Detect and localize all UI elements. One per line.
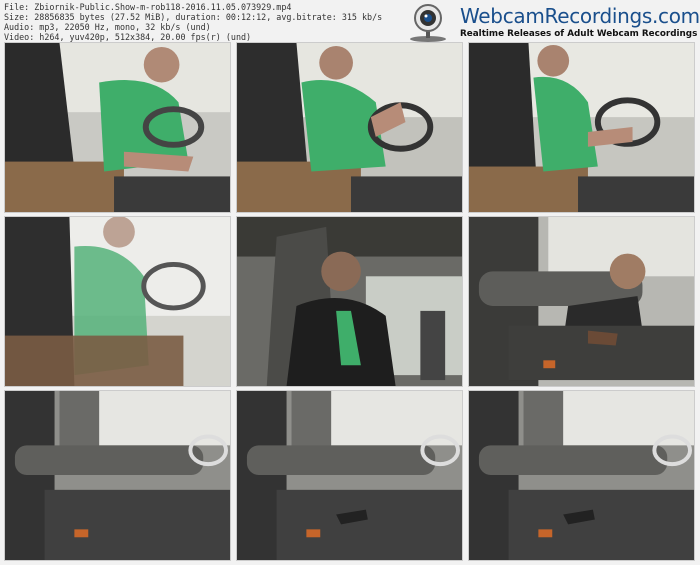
webcam-icon [410, 4, 446, 42]
frame-image [237, 43, 462, 212]
file-size-line: Size: 28856835 bytes (27.52 MiB), durati… [4, 12, 383, 22]
frame-image [237, 217, 462, 386]
thumbnail-5[interactable] [236, 216, 463, 387]
frame-image [237, 391, 462, 560]
thumbnail-1[interactable] [4, 42, 231, 213]
frame-image [469, 43, 694, 212]
site-logo[interactable]: WebcamRecordings.com Realtime Releases o… [400, 0, 700, 42]
thumbnail-9[interactable] [468, 390, 695, 561]
frame-image [5, 391, 230, 560]
audio-info-line: Audio: mp3, 22050 Hz, mono, 32 kb/s (und… [4, 22, 211, 32]
video-info-line: Video: h264, yuv420p, 512x384, 20.00 fps… [4, 32, 252, 42]
logo-title: WebcamRecordings.com [460, 4, 700, 28]
frame-image [469, 217, 694, 386]
frame-image [469, 391, 694, 560]
logo-tagline: Realtime Releases of Adult Webcam Record… [460, 29, 698, 39]
thumbnail-2[interactable] [236, 42, 463, 213]
thumbnail-4[interactable] [4, 216, 231, 387]
thumbnail-3[interactable] [468, 42, 695, 213]
thumbnail-grid [0, 42, 700, 565]
thumbnail-8[interactable] [236, 390, 463, 561]
frame-image [5, 217, 230, 386]
header: File: Zbiornik-Public.Show-m-rob118-2016… [0, 0, 700, 42]
frame-image [5, 43, 230, 212]
thumbnail-7[interactable] [4, 390, 231, 561]
file-name-line: File: Zbiornik-Public.Show-m-rob118-2016… [4, 2, 292, 12]
thumbnail-6[interactable] [468, 216, 695, 387]
